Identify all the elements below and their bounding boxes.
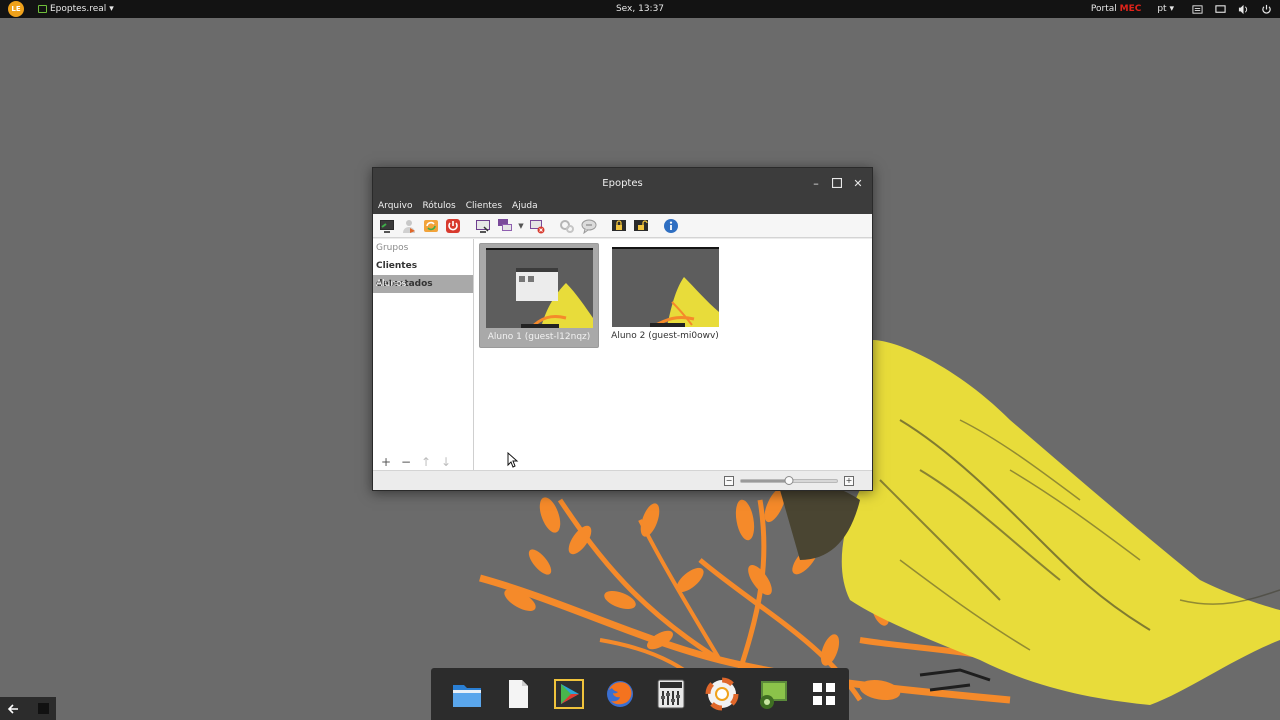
stop-broadcast-icon	[530, 219, 545, 233]
zoom-slider-handle[interactable]	[784, 476, 794, 485]
broadcast-screen-button[interactable]	[494, 215, 516, 237]
menu-ajuda[interactable]: Ajuda	[512, 201, 543, 211]
remove-group-button[interactable]: −	[396, 452, 416, 472]
power-icon[interactable]	[1257, 0, 1275, 18]
menu-clientes[interactable]: Clientes	[466, 201, 507, 211]
play-store-icon	[553, 679, 584, 709]
move-up-button[interactable]: ↑	[416, 452, 436, 472]
arrow-left-icon	[7, 703, 18, 714]
window-title: Epoptes	[602, 177, 643, 189]
dock-screen-record[interactable]	[747, 668, 798, 720]
app-grid-icon	[812, 683, 835, 705]
monitor-power-icon	[380, 219, 394, 233]
reboot-button[interactable]	[420, 215, 442, 237]
lock-screen-button[interactable]	[608, 215, 630, 237]
help-lifebuoy-icon	[705, 677, 738, 711]
shutdown-button[interactable]	[442, 215, 464, 237]
dock-firefox[interactable]	[594, 668, 645, 720]
gears-icon	[560, 219, 574, 233]
mouse-cursor-icon	[507, 452, 519, 468]
groups-header: Grupos	[376, 243, 409, 253]
le-mixer-icon	[657, 679, 684, 709]
network-icon[interactable]	[1188, 0, 1206, 18]
client-label: Aluno 1 (guest-l12nqz)	[487, 332, 591, 342]
client-item[interactable]: Aluno 2 (guest-mi0owv)	[605, 243, 725, 348]
language-selector[interactable]: pt ▾	[1157, 4, 1174, 14]
chevron-down-icon: ▾	[1169, 4, 1174, 14]
language-label: pt	[1157, 4, 1167, 14]
portal-mec-link[interactable]: Portal MEC	[1091, 4, 1141, 14]
screen-record-icon	[759, 681, 787, 709]
bottom-left-panel	[0, 697, 56, 720]
minimize-button[interactable]: –	[810, 177, 822, 190]
close-button[interactable]: ✕	[852, 177, 864, 190]
dock-document[interactable]	[492, 668, 543, 720]
epoptes-window: Epoptes – ✕ Arquivo Rótulos Clientes Aju…	[372, 167, 873, 491]
firefox-icon	[606, 681, 633, 707]
document-icon	[508, 680, 528, 708]
volume-icon[interactable]	[1234, 0, 1252, 18]
top-panel: LE Epoptes.real ▾ Sex, 13:37 Portal MEC …	[0, 0, 1280, 18]
info-icon	[664, 218, 678, 233]
add-group-button[interactable]: +	[376, 452, 396, 472]
groups-sidebar: Grupos Clientes detectados Alunos + − ↑ …	[373, 239, 474, 472]
menu-bar: Arquivo Rótulos Clientes Ajuda	[373, 198, 872, 214]
dock	[431, 668, 849, 720]
client-screen-thumbnail	[485, 248, 593, 328]
group-actions: + − ↑ ↓	[373, 452, 473, 472]
reboot-icon	[424, 219, 438, 232]
dock-play-store[interactable]	[543, 668, 594, 720]
chevron-down-icon: ▾	[109, 4, 114, 14]
client-label: Aluno 2 (guest-mi0owv)	[611, 331, 719, 341]
dock-files[interactable]	[441, 668, 492, 720]
about-button[interactable]	[660, 215, 682, 237]
dock-app-grid[interactable]	[798, 668, 849, 720]
group-clientes-detectados[interactable]: Clientes detectados	[373, 257, 473, 289]
dock-help[interactable]	[696, 668, 747, 720]
zoom-control: − +	[724, 475, 854, 487]
show-desktop-button[interactable]	[38, 703, 49, 714]
client-screen-thumbnail	[611, 247, 719, 327]
broadcast-icon	[498, 218, 512, 231]
client-item[interactable]: Aluno 1 (guest-l12nqz)	[479, 243, 599, 348]
send-message-button[interactable]	[578, 215, 600, 237]
zoom-in-button[interactable]: +	[844, 476, 854, 486]
portal-brand: MEC	[1119, 4, 1142, 14]
clock[interactable]: Sex, 13:37	[616, 4, 664, 14]
power-icon	[446, 218, 460, 233]
window-titlebar[interactable]: Epoptes – ✕	[373, 168, 872, 198]
move-down-button[interactable]: ↓	[436, 452, 456, 472]
message-bubble-icon	[581, 219, 597, 234]
unlock-screen-icon	[634, 219, 648, 231]
display-icon[interactable]	[1211, 0, 1229, 18]
lock-screen-icon	[612, 219, 626, 231]
app-menu[interactable]: Epoptes.real ▾	[38, 4, 114, 14]
stop-broadcast-button[interactable]	[526, 215, 548, 237]
le-logo-icon[interactable]: LE	[8, 1, 24, 17]
broadcast-dropdown[interactable]: ▼	[516, 215, 526, 237]
status-bar: − +	[373, 470, 872, 490]
observe-user-button[interactable]	[472, 215, 494, 237]
zoom-out-button[interactable]: −	[724, 476, 734, 486]
portal-prefix: Portal	[1090, 4, 1120, 14]
logout-users-button[interactable]	[398, 215, 420, 237]
maximize-button[interactable]	[831, 177, 843, 189]
menu-arquivo[interactable]: Arquivo	[378, 201, 417, 211]
zoom-slider[interactable]	[740, 476, 838, 485]
terminal-icon	[38, 5, 47, 13]
unlock-screen-button[interactable]	[630, 215, 652, 237]
monitor-observe-icon	[476, 219, 490, 233]
toolbar: ▼	[373, 214, 872, 238]
app-menu-label: Epoptes.real	[50, 4, 107, 14]
wake-on-lan-button[interactable]	[376, 215, 398, 237]
files-icon	[452, 685, 481, 707]
menu-rotulos[interactable]: Rótulos	[422, 201, 460, 211]
clients-view: Aluno 1 (guest-l12nqz) Aluno 2 (guest-mi…	[474, 239, 872, 472]
back-button[interactable]	[0, 697, 26, 720]
dock-le-mixer[interactable]	[645, 668, 696, 720]
execute-command-button[interactable]	[556, 215, 578, 237]
user-logout-icon	[403, 219, 415, 233]
